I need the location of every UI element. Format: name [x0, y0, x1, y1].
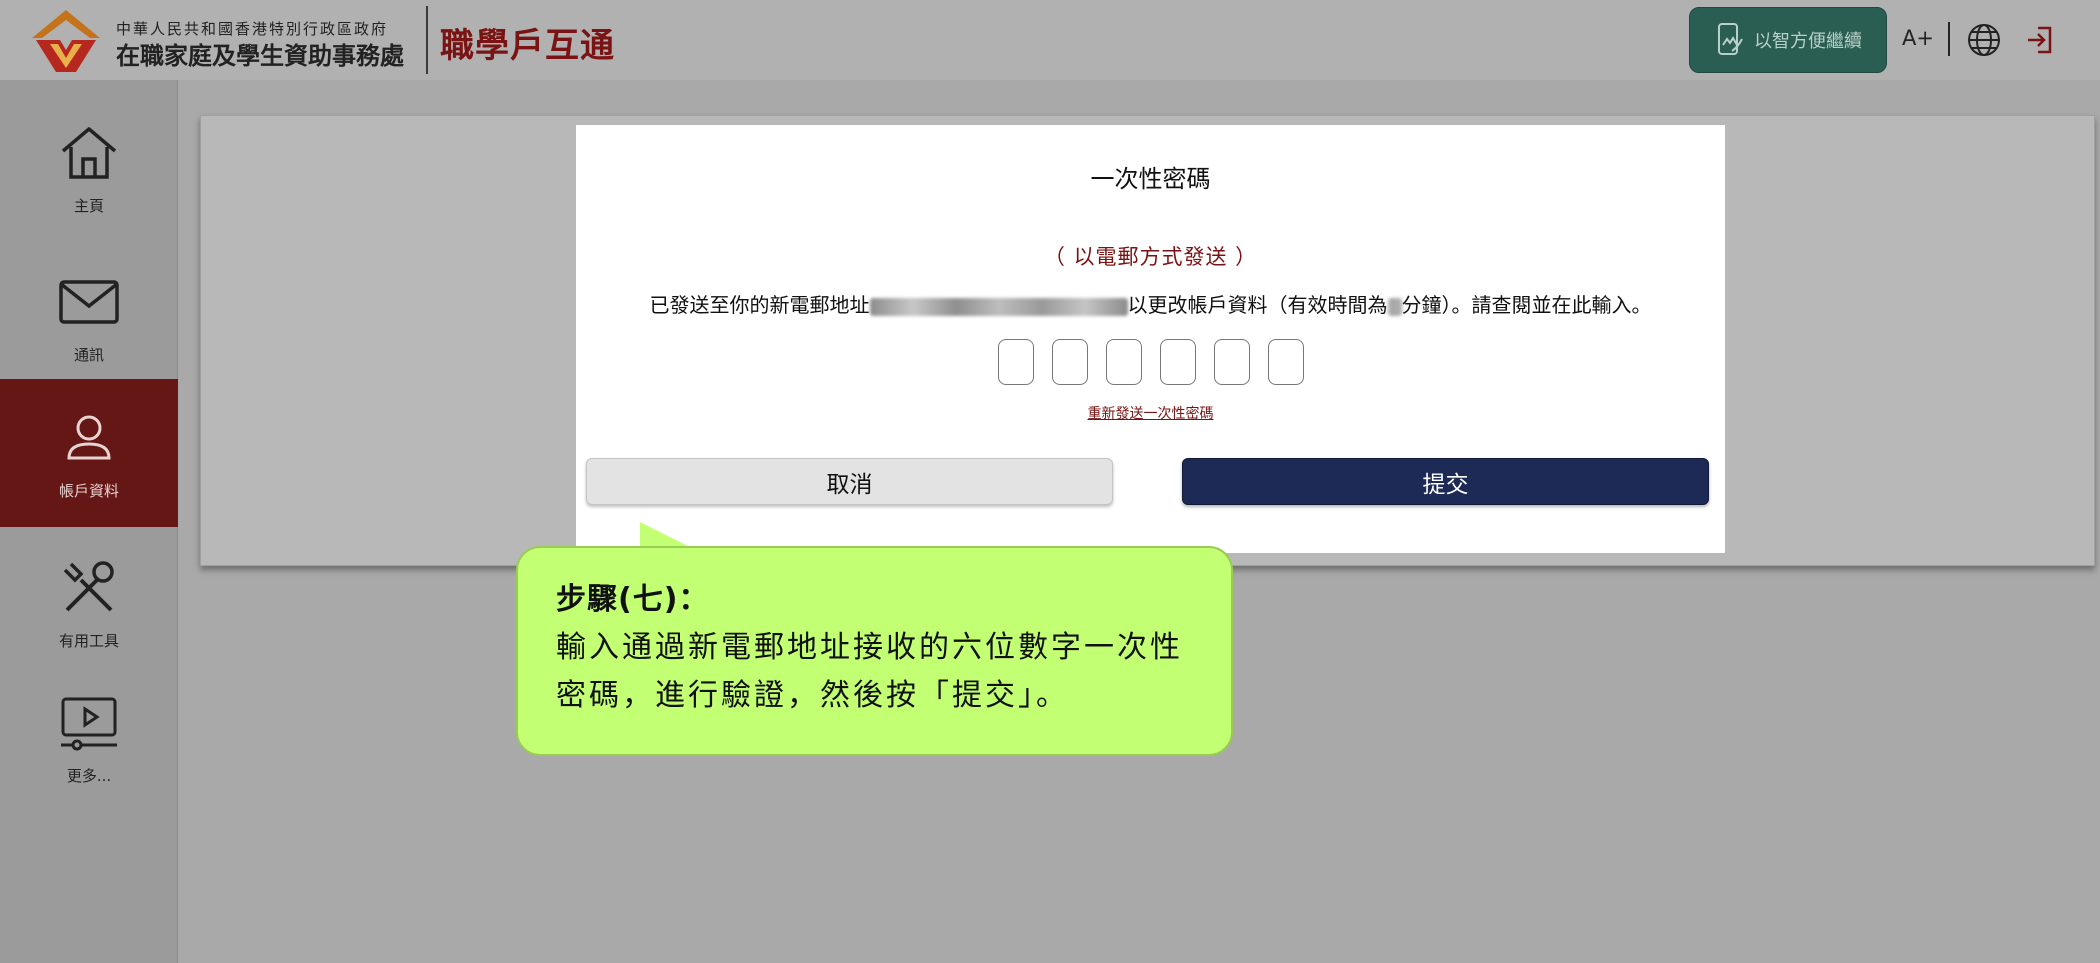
- otp-digit-6[interactable]: [1267, 339, 1304, 385]
- otp-digit-3[interactable]: [1105, 339, 1142, 385]
- sidebar-item-label: 通訊: [73, 345, 104, 364]
- submit-button[interactable]: 提交: [1182, 458, 1709, 505]
- message-middle: 以更改帳戶資料（有效時間為: [1127, 293, 1388, 317]
- sidebar-item-more[interactable]: 更多...: [0, 664, 178, 812]
- message-suffix: 分鐘）。請查閱並在此輸入。: [1401, 293, 1652, 317]
- globe-icon[interactable]: [1966, 22, 2002, 58]
- otp-digit-4[interactable]: [1159, 339, 1196, 385]
- sidebar-item-label: 帳戶資料: [58, 481, 119, 500]
- resend-otp-link[interactable]: 重新發送一次性密碼: [576, 403, 1725, 423]
- otp-digit-1[interactable]: [997, 339, 1034, 385]
- font-size-button[interactable]: A+: [1902, 26, 1934, 50]
- dialog-title: 一次性密碼: [1090, 165, 1211, 193]
- sidebar-item-label: 更多...: [66, 766, 112, 785]
- agency-name: 在職家庭及學生資助事務處: [116, 42, 404, 70]
- otp-dialog: 一次性密碼 （ 以電郵方式發送 ） 已發送至你的新電郵地址 以更改帳戶資料（有效時…: [576, 125, 1725, 553]
- redacted-email: [869, 297, 1128, 316]
- iam-smart-button[interactable]: 以智方便繼續: [1689, 7, 1887, 73]
- otp-input-group: [576, 339, 1725, 385]
- sidebar-item-account[interactable]: 帳戶資料: [0, 379, 178, 527]
- otp-digit-2[interactable]: [1051, 339, 1088, 385]
- top-header: 中華人民共和國香港特別行政區政府 在職家庭及學生資助事務處 職學戶互通 以智方便…: [0, 0, 2100, 80]
- dialog-subtitle: （ 以電郵方式發送 ）: [1043, 245, 1258, 269]
- app-title: 職學戶互通: [440, 26, 615, 66]
- sidebar-item-label: 有用工具: [58, 631, 119, 650]
- dialog-message: 已發送至你的新電郵地址 以更改帳戶資料（有效時間為 分鐘）。請查閱並在此輸入。: [576, 289, 1725, 318]
- wfsfaa-logo: [32, 10, 100, 72]
- callout-title: 步驟(七)：: [556, 582, 710, 617]
- callout-body: 輸入通過新電郵地址接收的六位數字一次性密碼，進行驗證，然後按「提交」。: [556, 630, 1183, 713]
- sidebar-item-tools[interactable]: 有用工具: [0, 529, 178, 677]
- sidebar-item-home[interactable]: 主頁: [0, 94, 178, 242]
- cancel-button[interactable]: 取消: [586, 458, 1113, 505]
- header-separator: [1948, 22, 1950, 56]
- logout-icon[interactable]: [2024, 24, 2056, 56]
- iam-smart-label: 以智方便繼續: [1754, 31, 1862, 52]
- iam-smart-icon: [1718, 23, 1743, 55]
- header-divider: [426, 6, 428, 74]
- redacted-minutes: [1387, 297, 1402, 316]
- sidebar: 主頁 通訊 帳戶資料 有用工具 更多...: [0, 80, 178, 963]
- message-prefix: 已發送至你的新電郵地址: [649, 293, 870, 317]
- mail-icon: [59, 279, 119, 324]
- sidebar-item-label: 主頁: [73, 196, 104, 215]
- otp-digit-5[interactable]: [1213, 339, 1250, 385]
- user-icon: [67, 415, 111, 459]
- home-icon: [61, 126, 117, 179]
- instruction-callout: 步驟(七)： 輸入通過新電郵地址接收的六位數字一次性密碼，進行驗證，然後按「提交…: [516, 546, 1233, 756]
- video-icon: [61, 697, 117, 750]
- tools-icon: [63, 560, 114, 611]
- sidebar-item-messages[interactable]: 通訊: [0, 243, 178, 391]
